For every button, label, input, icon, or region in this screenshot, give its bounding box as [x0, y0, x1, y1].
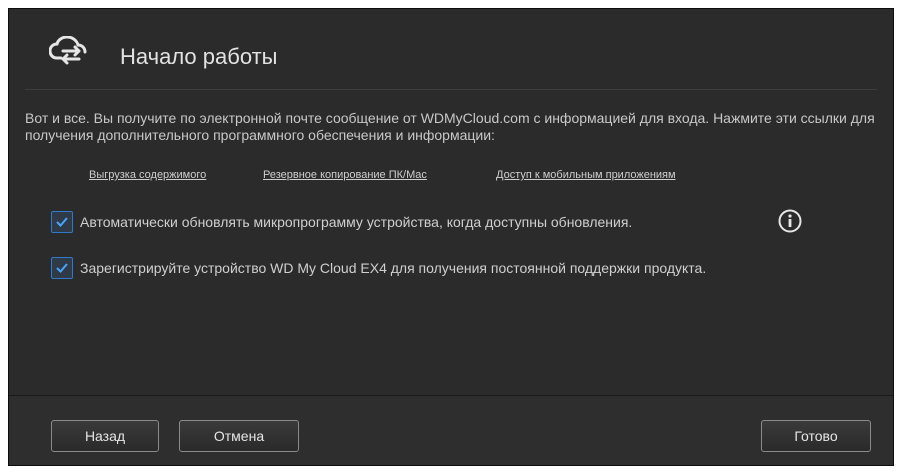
back-button[interactable]: Назад	[51, 420, 159, 452]
register-checkbox[interactable]	[51, 257, 73, 279]
cloud-sync-icon	[48, 35, 89, 66]
cancel-button[interactable]: Отмена	[179, 420, 299, 452]
info-paragraph: Вот и все. Вы получите по электронной по…	[25, 110, 875, 143]
done-button[interactable]: Готово	[761, 420, 871, 452]
footer-divider	[9, 395, 893, 396]
auto-update-checkbox[interactable]	[51, 211, 73, 233]
register-label: Зарегистрируйте устройство WD My Cloud E…	[80, 260, 707, 276]
header-divider	[25, 89, 877, 90]
setup-dialog: Начало работы Вот и все. Вы получите по …	[8, 8, 894, 466]
check-icon	[56, 217, 68, 227]
info-icon[interactable]	[777, 208, 803, 239]
dialog-title: Начало работы	[120, 44, 278, 69]
check-icon	[56, 263, 68, 273]
pc-mac-backup-link[interactable]: Резервное копирование ПК/Mac	[263, 169, 427, 181]
dialog-header: Начало работы	[9, 9, 893, 89]
mobile-apps-link[interactable]: Доступ к мобильным приложениям	[496, 169, 676, 181]
auto-update-label: Автоматически обновлять микропрограмму у…	[80, 214, 633, 230]
upload-content-link[interactable]: Выгрузка содержимого	[89, 169, 206, 181]
